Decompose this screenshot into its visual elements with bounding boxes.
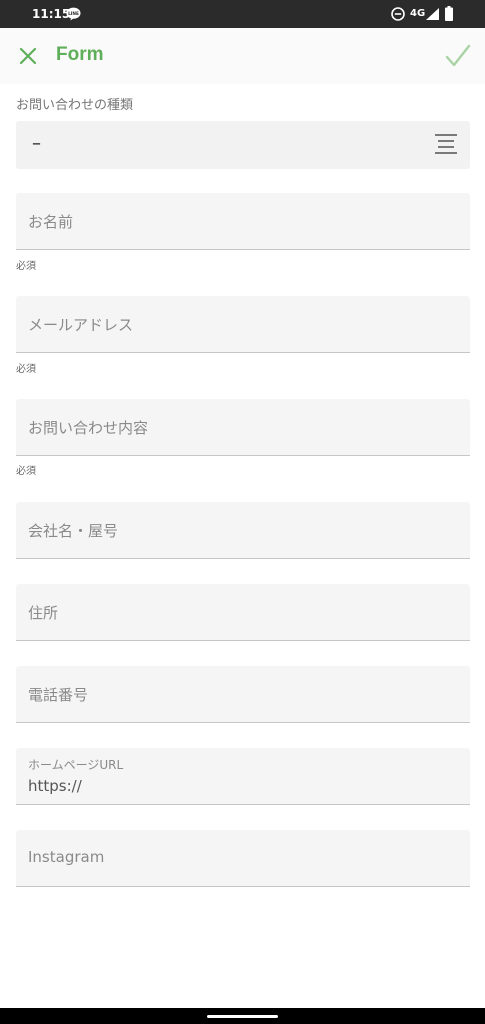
email-field[interactable]: メールアドレス: [16, 296, 470, 353]
network-type: 4G: [410, 8, 426, 19]
page-title: Form: [56, 44, 104, 65]
status-time: 11:15: [32, 7, 71, 21]
svg-text:LINE: LINE: [68, 11, 79, 17]
gesture-navigation-bar: [0, 1008, 485, 1024]
company-field[interactable]: 会社名・屋号: [16, 502, 470, 559]
address-placeholder: 住所: [28, 604, 59, 622]
name-required-hint: 必須: [16, 261, 36, 272]
home-handle[interactable]: [207, 1015, 278, 1018]
inquiry-type-label: お問い合わせの種類: [16, 98, 134, 113]
homepage-url-label: ホームページURL: [28, 758, 124, 772]
company-placeholder: 会社名・屋号: [28, 522, 119, 540]
name-placeholder: お名前: [28, 213, 74, 231]
signal-icon: [426, 8, 439, 20]
phone-field[interactable]: 電話番号: [16, 666, 470, 723]
list-icon: [435, 134, 457, 154]
homepage-url-value: https://: [28, 777, 82, 795]
email-placeholder: メールアドレス: [28, 316, 134, 334]
address-field[interactable]: 住所: [16, 584, 470, 641]
phone-placeholder: 電話番号: [28, 686, 89, 704]
inquiry-required-hint: 必須: [16, 466, 36, 477]
close-icon[interactable]: [16, 44, 40, 68]
check-icon[interactable]: [444, 42, 472, 70]
email-required-hint: 必須: [16, 364, 36, 375]
do-not-disturb-icon: [391, 7, 405, 21]
instagram-placeholder: Instagram: [28, 848, 105, 866]
battery-icon: [445, 6, 453, 21]
name-field[interactable]: お名前: [16, 193, 470, 250]
app-bar: Form: [0, 28, 485, 84]
inquiry-type-value: –: [32, 133, 41, 154]
homepage-url-field[interactable]: ホームページURL https://: [16, 748, 470, 805]
inquiry-type-select[interactable]: –: [16, 121, 470, 169]
line-icon: LINE: [66, 7, 81, 21]
inquiry-content-placeholder: お問い合わせ内容: [28, 419, 149, 437]
status-bar: 11:15 LINE 4G: [0, 0, 485, 28]
inquiry-content-field[interactable]: お問い合わせ内容: [16, 399, 470, 456]
instagram-field[interactable]: Instagram: [16, 830, 470, 887]
